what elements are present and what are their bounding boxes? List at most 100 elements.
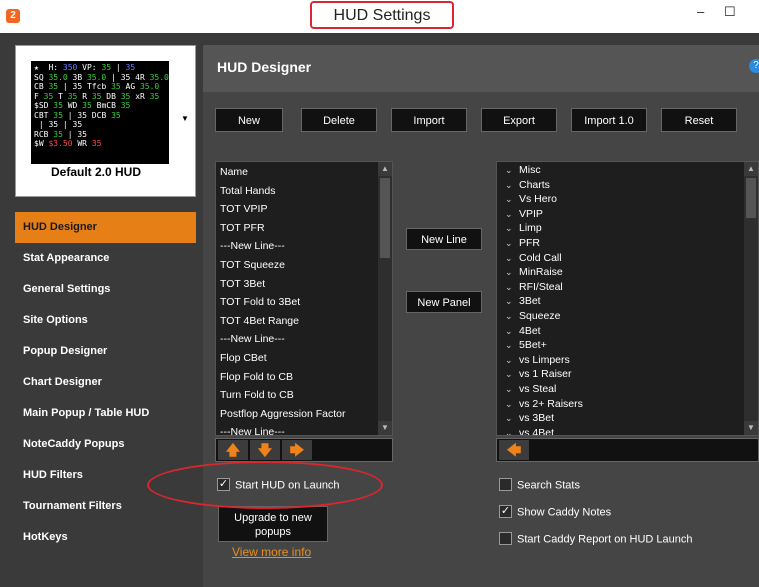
scroll-down-icon[interactable]: ▼: [744, 421, 758, 435]
list-item[interactable]: TOT Squeeze: [216, 256, 392, 275]
move-left-arrow-icon[interactable]: 🡄: [499, 440, 529, 460]
list-item[interactable]: Postflop Aggression Factor: [216, 405, 392, 424]
chevron-down-icon: ⌄: [505, 398, 513, 409]
start-hud-on-launch-checkbox[interactable]: ✓ Start HUD on Launch: [217, 478, 340, 492]
chevron-down-icon: ⌄: [505, 237, 513, 248]
categories-scrollbar[interactable]: ▲ ▼: [744, 162, 758, 435]
chevron-down-icon: ⌄: [505, 413, 513, 424]
sidebar-item-hud-designer[interactable]: HUD Designer: [15, 212, 196, 243]
list-item[interactable]: TOT PFR: [216, 219, 392, 238]
view-more-info-link[interactable]: View more info: [232, 545, 311, 559]
list-item[interactable]: Turn Fold to CB: [216, 386, 392, 405]
list-item[interactable]: Name: [216, 163, 392, 182]
tree-node[interactable]: ⌄ Limp: [497, 221, 758, 236]
scroll-down-icon[interactable]: ▼: [378, 421, 392, 435]
chevron-down-icon: ⌄: [505, 383, 513, 394]
checkmark-icon: ✓: [499, 505, 512, 518]
tree-node[interactable]: ⌄ 5Bet+: [497, 338, 758, 353]
tree-node[interactable]: ⌄ vs 4Bet: [497, 426, 758, 435]
list-item[interactable]: ---New Line---: [216, 237, 392, 256]
chevron-down-icon: ⌄: [505, 340, 513, 351]
preview-dropdown[interactable]: ▼: [175, 45, 196, 197]
tree-node[interactable]: ⌄ vs Limpers: [497, 353, 758, 368]
import-button[interactable]: Import: [391, 108, 467, 132]
sidebar-item-notecaddy-popups[interactable]: NoteCaddy Popups: [15, 429, 196, 460]
help-icon[interactable]: ?: [749, 59, 759, 73]
tree-node[interactable]: ⌄ vs 2+ Raisers: [497, 397, 758, 412]
list-item[interactable]: TOT Fold to 3Bet: [216, 293, 392, 312]
sidebar-item-tournament-filters[interactable]: Tournament Filters: [15, 491, 196, 522]
stats-list-scrollbar[interactable]: ▲ ▼: [378, 162, 392, 435]
stat-categories-tree[interactable]: ⌄ Misc ⌄ Charts ⌄ Vs Hero ⌄ VPIP ⌄ Limp ⌄ PFR …: [496, 161, 759, 436]
tree-node[interactable]: ⌄ Squeeze: [497, 309, 758, 324]
chevron-down-icon: ⌄: [505, 208, 513, 219]
new-line-button[interactable]: New Line: [406, 228, 482, 250]
start-caddy-report-checkbox[interactable]: Start Caddy Report on HUD Launch: [499, 532, 692, 546]
minimize-button[interactable]: –: [697, 4, 704, 19]
import-1-0-button[interactable]: Import 1.0: [571, 108, 647, 132]
scroll-up-icon[interactable]: ▲: [744, 162, 758, 176]
tree-node[interactable]: ⌄ vs Steal: [497, 382, 758, 397]
chevron-down-icon: ⌄: [505, 310, 513, 321]
list-item[interactable]: ---New Line---: [216, 423, 392, 435]
chevron-down-icon: ⌄: [505, 369, 513, 380]
sidebar-item-hotkeys[interactable]: HotKeys: [15, 522, 196, 553]
tree-node[interactable]: ⌄ 3Bet: [497, 294, 758, 309]
scroll-up-icon[interactable]: ▲: [378, 162, 392, 176]
scrollbar-thumb[interactable]: [746, 178, 756, 218]
chevron-down-icon: ⌄: [505, 267, 513, 278]
reset-button[interactable]: Reset: [661, 108, 737, 132]
new-panel-button[interactable]: New Panel: [406, 291, 482, 313]
hud-stats-list[interactable]: Name Total Hands TOT VPIP TOT PFR ---New…: [215, 161, 393, 436]
sidebar-item-main-popup[interactable]: Main Popup / Table HUD: [15, 398, 196, 429]
tree-node[interactable]: ⌄ 4Bet: [497, 324, 758, 339]
tree-node[interactable]: ⌄ VPIP: [497, 207, 758, 222]
sidebar-item-hud-filters[interactable]: HUD Filters: [15, 460, 196, 491]
list-item[interactable]: Flop Fold to CB: [216, 368, 392, 387]
tree-node[interactable]: ⌄ vs 1 Raiser: [497, 367, 758, 382]
move-down-arrow-icon[interactable]: 🡇: [250, 440, 280, 460]
chevron-down-icon: ⌄: [505, 223, 513, 234]
export-button[interactable]: Export: [481, 108, 557, 132]
tree-node[interactable]: ⌄ Vs Hero: [497, 192, 758, 207]
move-up-arrow-icon[interactable]: 🡅: [218, 440, 248, 460]
scrollbar-thumb[interactable]: [380, 178, 390, 258]
window-title: HUD Settings: [310, 1, 454, 29]
panel-title: HUD Designer: [217, 59, 312, 75]
preview-label: Default 2.0 HUD: [50, 165, 142, 179]
sidebar-item-site-options[interactable]: Site Options: [15, 305, 196, 336]
hud-preview[interactable]: ★ H: 350 VP: 35 | 35 SQ 35.0 3B 35.0 | 3…: [15, 45, 177, 197]
checkbox-empty-icon: [499, 478, 512, 491]
tree-node[interactable]: ⌄ PFR: [497, 236, 758, 251]
tree-node[interactable]: ⌄ MinRaise: [497, 265, 758, 280]
upgrade-popups-button[interactable]: Upgrade to new popups: [218, 506, 328, 542]
panel-header: HUD Designer ?: [203, 45, 759, 92]
app-logo-icon: 2: [6, 9, 20, 23]
sidebar-item-chart-designer[interactable]: Chart Designer: [15, 367, 196, 398]
checkbox-empty-icon: [499, 532, 512, 545]
tree-node[interactable]: ⌄ Misc: [497, 163, 758, 178]
tree-node[interactable]: ⌄ vs 3Bet: [497, 411, 758, 426]
delete-button[interactable]: Delete: [301, 108, 377, 132]
list-item[interactable]: TOT 4Bet Range: [216, 312, 392, 331]
maximize-button[interactable]: ☐: [724, 4, 736, 20]
list-item[interactable]: TOT 3Bet: [216, 275, 392, 294]
sidebar-item-popup-designer[interactable]: Popup Designer: [15, 336, 196, 367]
list-item[interactable]: ---New Line---: [216, 330, 392, 349]
move-right-arrow-icon[interactable]: 🡆: [282, 440, 312, 460]
show-caddy-notes-checkbox[interactable]: ✓ Show Caddy Notes: [499, 505, 611, 519]
chevron-down-icon: ⌄: [505, 252, 513, 263]
new-button[interactable]: New: [215, 108, 283, 132]
list-item[interactable]: Total Hands: [216, 182, 392, 201]
tree-node[interactable]: ⌄ Cold Call: [497, 251, 758, 266]
tree-node[interactable]: ⌄ Charts: [497, 178, 758, 193]
search-stats-checkbox[interactable]: Search Stats: [499, 478, 580, 492]
list-item[interactable]: TOT VPIP: [216, 200, 392, 219]
list-item[interactable]: Flop CBet: [216, 349, 392, 368]
sidebar-item-stat-appearance[interactable]: Stat Appearance: [15, 243, 196, 274]
sidebar-item-general-settings[interactable]: General Settings: [15, 274, 196, 305]
hud-designer-panel: HUD Designer ? New Delete Import Export …: [203, 45, 759, 587]
hud-preview-image: ★ H: 350 VP: 35 | 35 SQ 35.0 3B 35.0 | 3…: [31, 61, 169, 164]
tree-node[interactable]: ⌄ RFI/Steal: [497, 280, 758, 295]
title-bar: 2 HUD Settings – ☐: [0, 0, 759, 33]
